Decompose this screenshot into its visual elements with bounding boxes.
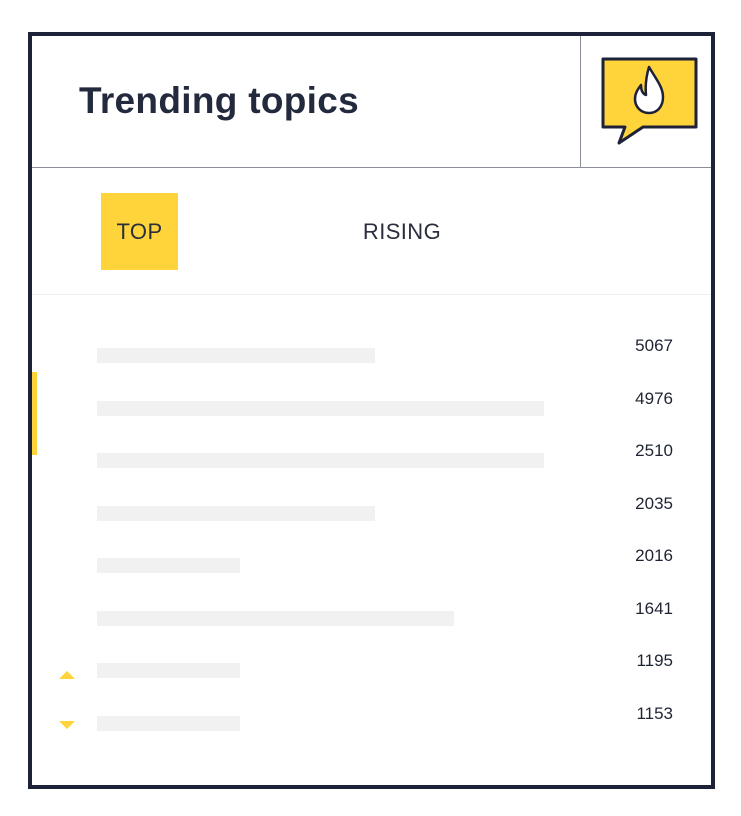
topic-count: 1153	[636, 704, 673, 723]
arrow-up-icon[interactable]	[58, 670, 76, 680]
topic-placeholder-bar	[97, 716, 240, 731]
topic-placeholder-bar	[97, 401, 544, 416]
topic-row[interactable]: 2016	[32, 546, 711, 584]
tab-top[interactable]: TOP	[101, 193, 178, 270]
topic-count: 2016	[635, 546, 673, 565]
topic-placeholder-bar	[97, 611, 454, 626]
header-divider	[580, 36, 581, 168]
topic-count: 2035	[635, 494, 673, 513]
topic-count: 1195	[636, 651, 673, 670]
topic-count: 4976	[635, 389, 673, 408]
topic-row[interactable]: 1641	[32, 599, 711, 637]
topic-row[interactable]: 1153	[32, 704, 711, 742]
topic-row[interactable]: 5067	[32, 336, 711, 374]
topic-count: 2510	[635, 441, 673, 460]
flame-speech-bubble-icon	[601, 57, 698, 145]
topic-placeholder-bar	[97, 506, 375, 521]
topic-row[interactable]: 2510	[32, 441, 711, 479]
tab-rising[interactable]: RISING	[350, 193, 454, 270]
topic-placeholder-bar	[97, 558, 240, 573]
topic-placeholder-bar	[97, 453, 544, 468]
topic-placeholder-bar	[97, 663, 240, 678]
topic-count: 5067	[635, 336, 673, 355]
widget-title: Trending topics	[79, 80, 359, 121]
topic-row[interactable]: 1195	[32, 651, 711, 689]
card-header: Trending topics	[32, 36, 711, 168]
topic-count: 1641	[635, 599, 673, 618]
topic-row[interactable]: 2035	[32, 494, 711, 532]
trending-topics-card: Trending topics TOP RISING 5067 4976 251…	[28, 32, 715, 789]
topics-list: 5067 4976 2510 2035 2016 1641 1195 1153	[32, 306, 711, 766]
topic-row[interactable]: 4976	[32, 389, 711, 427]
arrow-down-icon[interactable]	[58, 720, 76, 730]
tab-bar: TOP RISING	[32, 169, 711, 295]
topic-placeholder-bar	[97, 348, 375, 363]
